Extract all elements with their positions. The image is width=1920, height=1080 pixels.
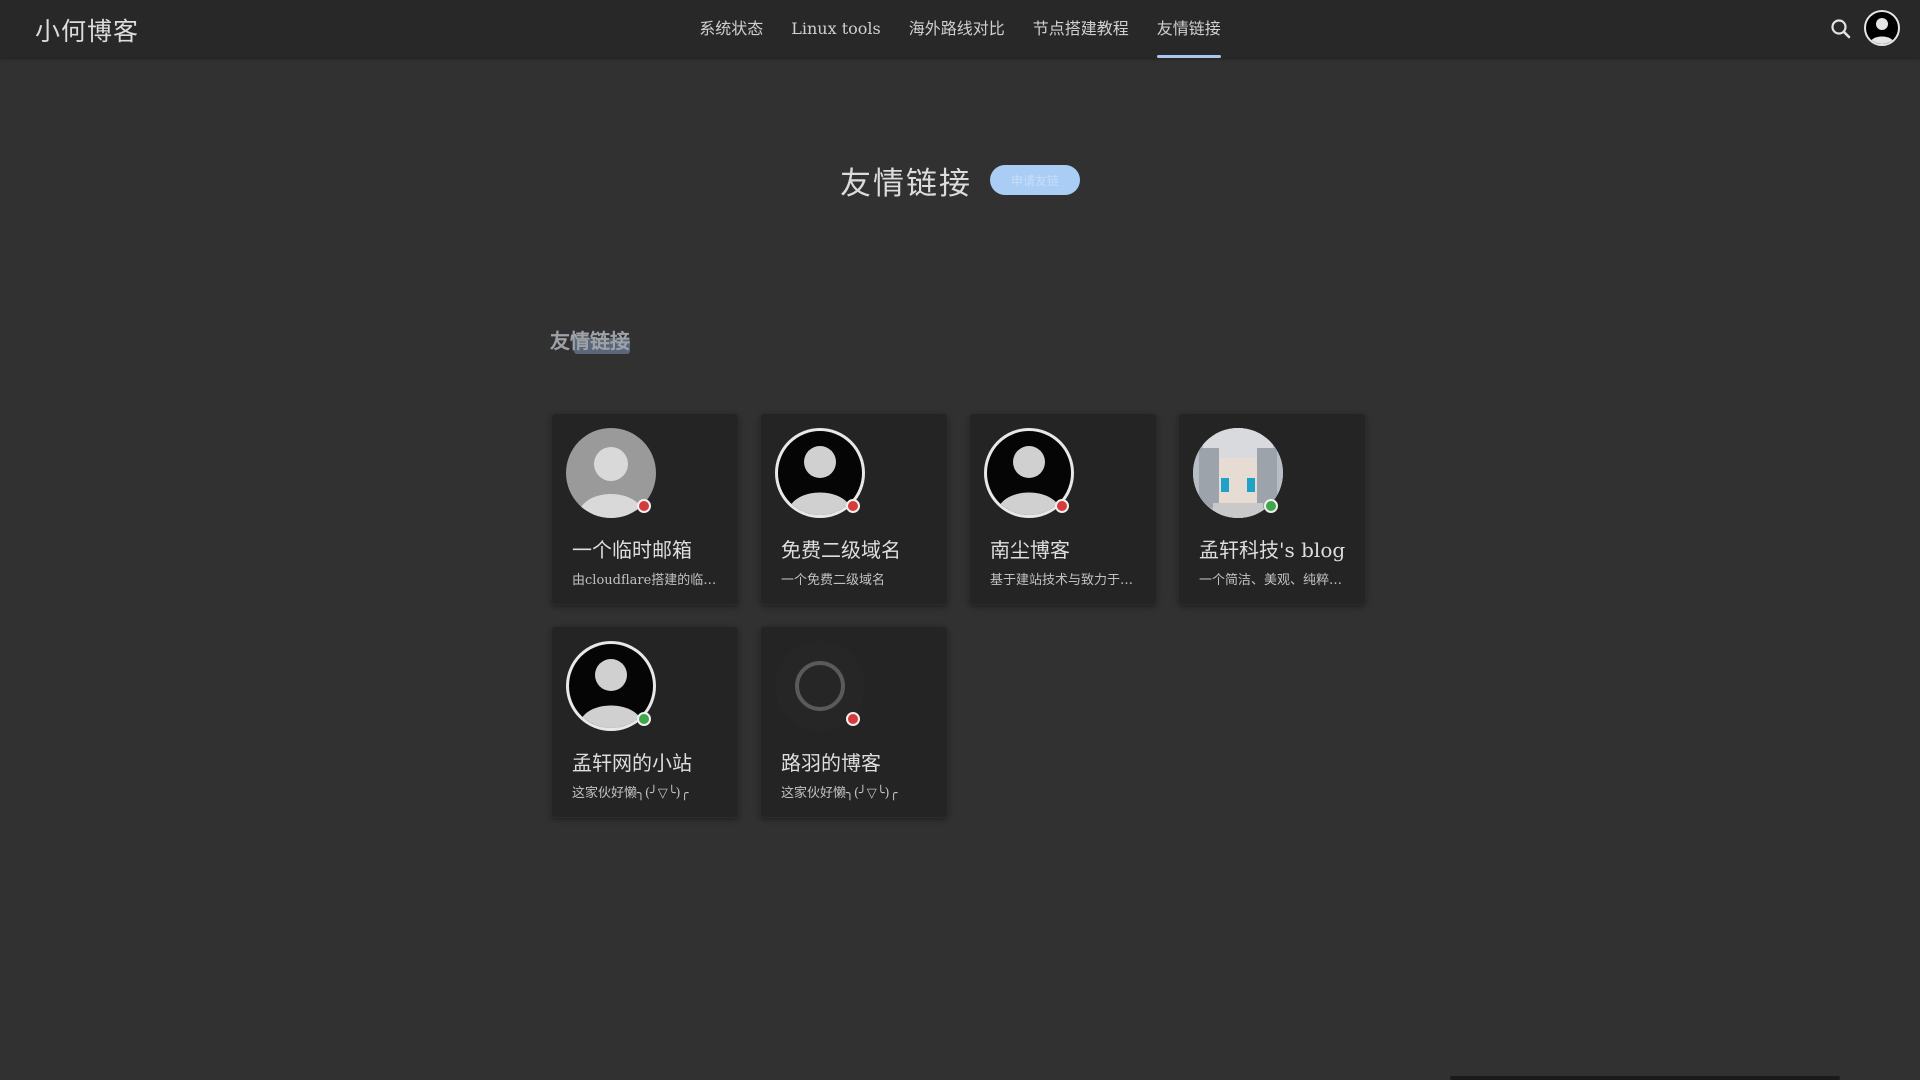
status-offline-dot	[846, 712, 860, 726]
user-avatar-icon[interactable]	[1864, 10, 1900, 46]
nav-item-linux-tools[interactable]: Linux tools	[791, 0, 880, 58]
status-offline-dot	[1055, 499, 1069, 513]
status-offline-dot	[846, 499, 860, 513]
link-card[interactable]: 孟轩科技's blog 一个简洁、美观、纯粹的博客	[1178, 413, 1366, 605]
section-title: 友情链接	[550, 329, 630, 353]
nav-item-node-tutorial[interactable]: 节点搭建教程	[1033, 0, 1129, 58]
link-description: 一个简洁、美观、纯粹的博客	[1199, 573, 1349, 588]
status-offline-dot	[637, 499, 651, 513]
nav-item-friend-links[interactable]: 友情链接	[1156, 0, 1221, 58]
page-header: 友情链接 申请友链	[0, 150, 1920, 210]
link-name: 孟轩科技's blog	[1199, 538, 1346, 562]
page-title: 友情链接	[840, 165, 972, 202]
link-description: 这家伙好懒╮(╯▽╰)╭	[572, 786, 689, 801]
link-card[interactable]: 南尘博客 基于建站技术与致力于分享	[969, 413, 1157, 605]
search-icon[interactable]	[1828, 16, 1854, 42]
site-brand[interactable]: 小何博客	[35, 12, 139, 48]
link-name: 路羽的博客	[781, 751, 881, 775]
link-name: 孟轩网的小站	[572, 751, 692, 775]
link-name: 一个临时邮箱	[572, 538, 692, 562]
link-card[interactable]: 一个临时邮箱 由cloudflare搭建的临时邮箱	[551, 413, 739, 605]
status-online-dot	[1264, 499, 1278, 513]
link-name: 南尘博客	[990, 538, 1070, 562]
apply-link-button[interactable]: 申请友链	[990, 165, 1080, 195]
link-description: 基于建站技术与致力于分享	[990, 573, 1140, 588]
link-description: 这家伙好懒╮(╯▽╰)╭	[781, 786, 898, 801]
link-description: 由cloudflare搭建的临时邮箱	[572, 573, 722, 588]
link-card[interactable]: 孟轩网的小站 这家伙好懒╮(╯▽╰)╭	[551, 626, 739, 818]
link-description: 一个免费二级域名	[781, 573, 886, 588]
link-card[interactable]: 免费二级域名 一个免费二级域名	[760, 413, 948, 605]
link-card[interactable]: 路羽的博客 这家伙好懒╮(╯▽╰)╭	[760, 626, 948, 818]
status-online-dot	[637, 712, 651, 726]
top-navbar: 小何博客 系统状态 Linux tools 海外路线对比 节点搭建教程 友情链接	[0, 0, 1920, 58]
bottom-edge-shadow	[1450, 1076, 1840, 1080]
link-name: 免费二级域名	[781, 538, 901, 562]
nav-item-route-compare[interactable]: 海外路线对比	[909, 0, 1005, 58]
main-nav: 系统状态 Linux tools 海外路线对比 节点搭建教程 友情链接	[0, 0, 1920, 58]
nav-item-system-status[interactable]: 系统状态	[699, 0, 763, 58]
